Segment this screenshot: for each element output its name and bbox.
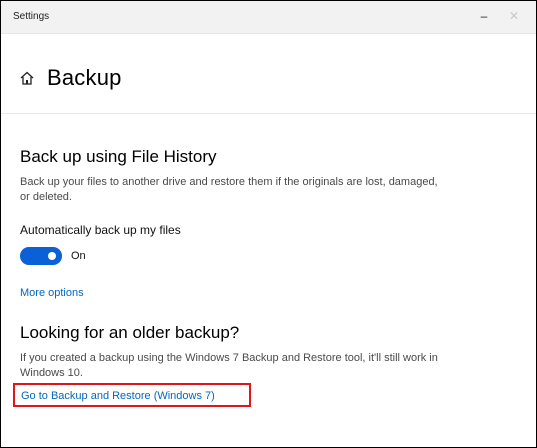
minimize-button[interactable]: – [472, 7, 496, 25]
more-options-link[interactable]: More options [20, 287, 84, 299]
file-history-description: Back up your files to another drive and … [20, 176, 438, 203]
auto-backup-toggle[interactable] [20, 247, 62, 265]
older-backup-description: If you created a backup using the Window… [20, 352, 438, 379]
toggle-state-label: On [71, 250, 86, 262]
close-button[interactable]: ✕ [502, 7, 526, 25]
home-icon[interactable] [19, 70, 35, 86]
older-backup-heading: Looking for an older backup? [20, 323, 240, 342]
backup-restore-windows7-link[interactable]: Go to Backup and Restore (Windows 7) [21, 390, 215, 402]
page-header: Backup [19, 65, 122, 91]
auto-backup-label: Automatically back up my files [20, 223, 181, 237]
window-title: Settings [13, 11, 50, 22]
file-history-heading: Back up using File History [20, 147, 217, 166]
toggle-knob [48, 252, 56, 260]
header-divider [1, 113, 536, 114]
settings-window: Settings – ✕ Backup Back up using File H… [0, 0, 537, 448]
title-bar: Settings – ✕ [1, 1, 536, 34]
page-title: Backup [47, 65, 122, 90]
